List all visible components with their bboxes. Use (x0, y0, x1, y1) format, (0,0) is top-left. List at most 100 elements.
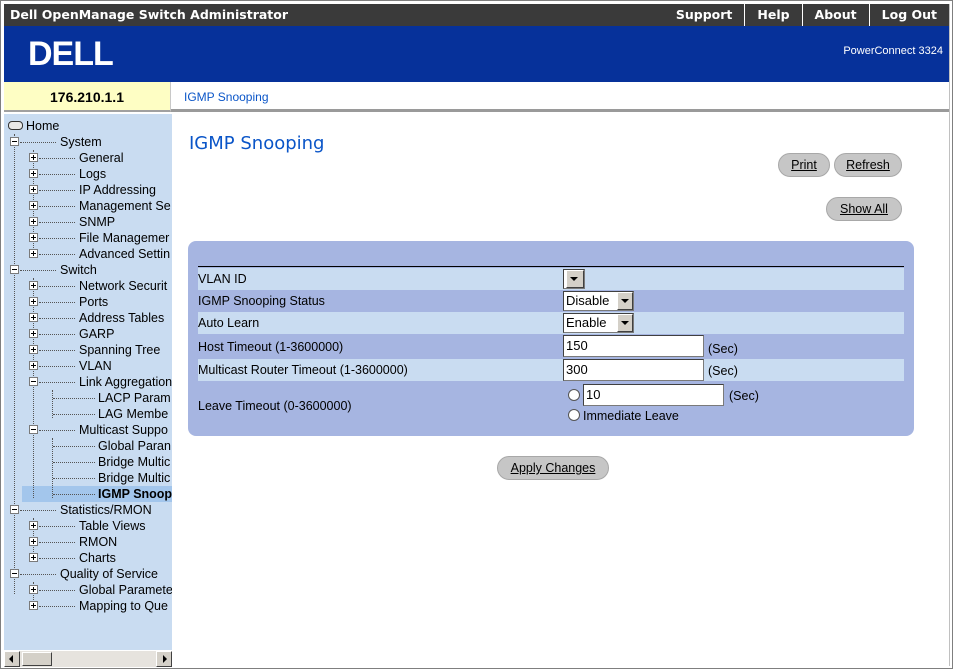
expand-icon[interactable] (29, 281, 38, 290)
tree-line (39, 526, 75, 527)
tree-label: Multicast Suppo (79, 423, 168, 437)
tree-label: System (60, 135, 102, 149)
expand-icon[interactable] (29, 185, 38, 194)
mrouter-timeout-input[interactable]: 300 (563, 359, 704, 381)
expand-icon[interactable] (29, 361, 38, 370)
refresh-button[interactable]: Refresh (834, 153, 902, 177)
expand-icon[interactable] (29, 537, 38, 546)
tree-line (39, 542, 75, 543)
tree-item-ports[interactable]: Ports (4, 294, 172, 310)
tree-item-vlan[interactable]: VLAN (4, 358, 172, 374)
tree-line (39, 606, 75, 607)
tree-item-table-views[interactable]: Table Views (4, 518, 172, 534)
collapse-icon[interactable] (10, 265, 19, 274)
tree-item-logs[interactable]: Logs (4, 166, 172, 182)
tree-item-global-parameters-qos[interactable]: Global Paramete (4, 582, 172, 598)
tree-item-global-parameters[interactable]: Global Paran (4, 438, 172, 454)
support-link[interactable]: Support (664, 4, 745, 26)
expand-icon[interactable] (29, 521, 38, 530)
print-button[interactable]: Print (778, 153, 830, 177)
expand-icon[interactable] (29, 217, 38, 226)
tree-line (53, 414, 95, 415)
tree-line (39, 158, 75, 159)
tree-item-quality-of-service[interactable]: Quality of Service (4, 566, 172, 582)
about-link[interactable]: About (801, 4, 869, 26)
tree-item-link-aggregation[interactable]: Link Aggregation (4, 374, 172, 390)
expand-icon[interactable] (29, 585, 38, 594)
expand-icon[interactable] (29, 169, 38, 178)
collapse-icon[interactable] (10, 137, 19, 146)
expand-icon[interactable] (29, 233, 38, 242)
scrollbar-thumb[interactable] (22, 652, 52, 666)
leave-timeout-radio[interactable] (568, 389, 580, 401)
tree-item-garp[interactable]: GARP (4, 326, 172, 342)
tree-line (20, 574, 56, 575)
tree-item-spanning-tree[interactable]: Spanning Tree (4, 342, 172, 358)
main-content: IGMP Snooping Print Refresh Show All VLA… (172, 114, 949, 666)
tree-label: RMON (79, 535, 118, 549)
tree-item-address-tables[interactable]: Address Tables (4, 310, 172, 326)
logout-link[interactable]: Log Out (868, 4, 949, 26)
expand-icon[interactable] (29, 249, 38, 258)
collapse-icon[interactable] (10, 569, 19, 578)
tree-item-bridge-multicast-2[interactable]: Bridge Multic (4, 470, 172, 486)
show-all-button[interactable]: Show All (826, 197, 902, 221)
leave-timeout-input[interactable]: 10 (583, 384, 724, 406)
tree-item-home[interactable]: Home (4, 118, 164, 134)
expand-icon[interactable] (29, 553, 38, 562)
scroll-left-button[interactable] (4, 651, 20, 667)
apply-changes-button[interactable]: Apply Changes (497, 456, 609, 480)
tree-item-lacp-parameters[interactable]: LACP Param (4, 390, 172, 406)
vlan-id-select[interactable] (563, 269, 585, 289)
tree-label: Logs (79, 167, 107, 181)
tree-line (39, 366, 75, 367)
collapse-icon[interactable] (29, 425, 38, 434)
tree-item-charts[interactable]: Charts (4, 550, 172, 566)
expand-icon[interactable] (29, 329, 38, 338)
leave-timeout-unit: (Sec) (729, 389, 759, 403)
tree-item-advanced-settings[interactable]: Advanced Settin (4, 246, 172, 262)
tree-item-general[interactable]: General (4, 150, 172, 166)
tree-item-bridge-multicast-1[interactable]: Bridge Multic (4, 454, 172, 470)
tree-item-statistics-rmon[interactable]: Statistics/RMON (4, 502, 172, 518)
tree-horizontal-scrollbar[interactable] (4, 650, 172, 667)
immediate-leave-radio[interactable] (568, 409, 580, 421)
chevron-down-icon[interactable] (617, 314, 633, 332)
scroll-right-button[interactable] (156, 651, 172, 667)
tree-item-mapping-to-queue[interactable]: Mapping to Que (4, 598, 172, 614)
tree-label: IGMP Snoop (98, 487, 172, 501)
collapse-icon[interactable] (29, 377, 38, 386)
tree-item-network-security[interactable]: Network Securit (4, 278, 172, 294)
snooping-status-select[interactable]: Disable (563, 291, 634, 311)
chevron-down-icon[interactable] (617, 292, 633, 310)
tree-item-file-management[interactable]: File Managemer (4, 230, 172, 246)
tree-line (39, 206, 75, 207)
collapse-icon[interactable] (10, 505, 19, 514)
arrow-left-icon (9, 655, 13, 663)
tree-item-rmon[interactable]: RMON (4, 534, 172, 550)
igmp-settings-panel: VLAN ID IGMP Snooping Status Disable Aut… (188, 241, 914, 436)
vlan-id-row: VLAN ID (198, 268, 904, 290)
expand-icon[interactable] (29, 345, 38, 354)
expand-icon[interactable] (29, 201, 38, 210)
tree-item-system[interactable]: System (4, 134, 164, 150)
tree-item-snmp[interactable]: SNMP (4, 214, 172, 230)
tree-line (20, 270, 56, 271)
tree-label: Mapping to Que (79, 599, 168, 613)
home-icon (8, 121, 23, 130)
tree-item-igmp-snooping[interactable]: IGMP Snoop (4, 486, 172, 502)
help-link[interactable]: Help (744, 4, 801, 26)
auto-learn-select[interactable]: Enable (563, 313, 634, 333)
tree-line (39, 382, 75, 383)
expand-icon[interactable] (29, 313, 38, 322)
expand-icon[interactable] (29, 601, 38, 610)
tree-item-switch[interactable]: Switch (4, 262, 164, 278)
tree-item-multicast-support[interactable]: Multicast Suppo (4, 422, 172, 438)
tree-item-lag-membership[interactable]: LAG Membe (4, 406, 172, 422)
expand-icon[interactable] (29, 297, 38, 306)
expand-icon[interactable] (29, 153, 38, 162)
tree-item-ip-addressing[interactable]: IP Addressing (4, 182, 172, 198)
chevron-down-icon[interactable] (566, 270, 584, 288)
tree-item-management-security[interactable]: Management Se (4, 198, 172, 214)
host-timeout-input[interactable]: 150 (563, 335, 704, 357)
